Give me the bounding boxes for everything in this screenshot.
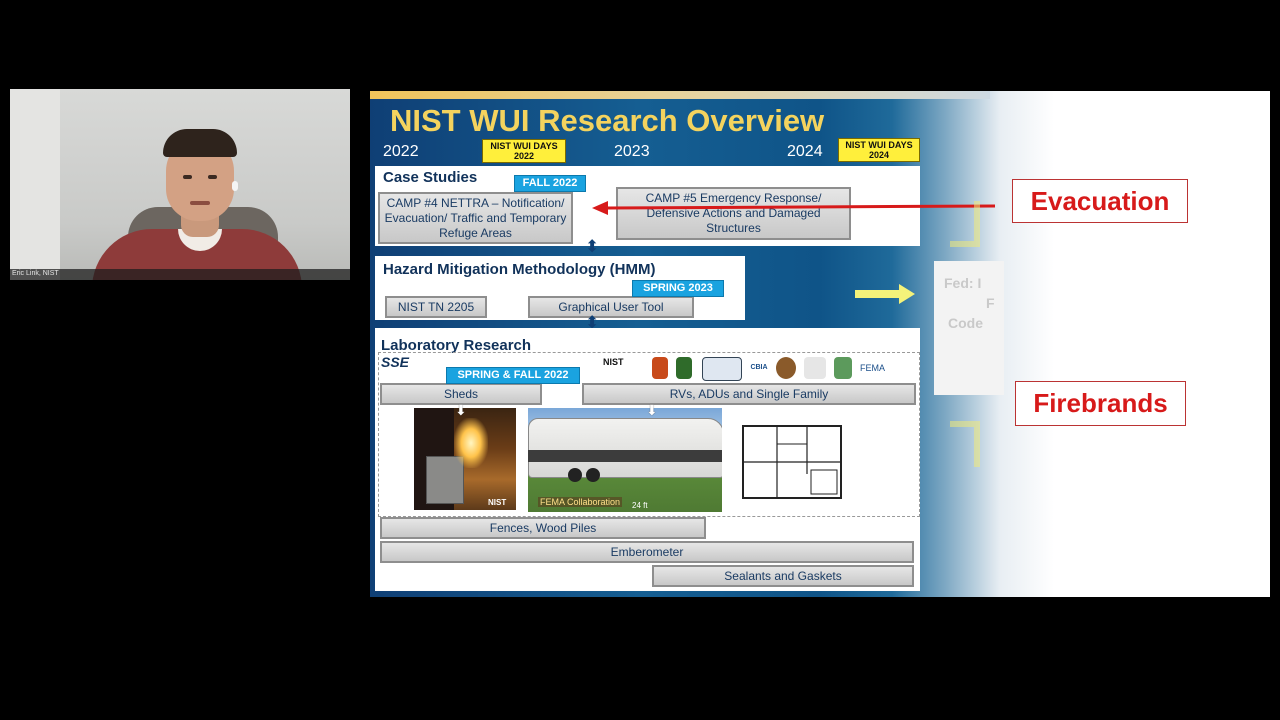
partial-codes-box: Fed: I F Code <box>934 261 1004 395</box>
ibhs-logo-icon <box>702 357 742 381</box>
hmm-heading: Hazard Mitigation Methodology (HMM) <box>383 261 656 278</box>
fire-dept-logo-icon <box>776 357 796 379</box>
rv-trailer-stripe <box>528 450 722 462</box>
wui-days-2024-badge: NIST WUI DAYS 2024 <box>838 138 920 162</box>
flame-icon <box>454 418 488 468</box>
rv-photo: FEMA Collaboration 24 ft <box>528 408 722 512</box>
participant-name-bar: Eric Link, NIST <box>10 269 350 280</box>
rvs-adus-single-family-box: RVs, ADUs and Single Family <box>582 383 916 405</box>
slide-top-highlight <box>370 91 990 99</box>
floor-plan-drawing <box>737 414 847 510</box>
firebrands-callout: Firebrands <box>1015 381 1186 426</box>
yellow-bracket-icon <box>950 421 980 467</box>
participant-name-label: Eric Link, NIST <box>12 270 59 277</box>
fema-logo: FEMA <box>860 363 886 373</box>
webcam-door <box>10 89 60 280</box>
nist-logo: NIST <box>603 357 624 367</box>
year-label-2024: 2024 <box>787 143 823 160</box>
slide-title: NIST WUI Research Overview <box>390 103 825 138</box>
emberometer-box: Emberometer <box>380 541 914 563</box>
sse-label: SSE <box>381 354 410 370</box>
partial-box-line2: F <box>986 295 995 311</box>
fall-2022-badge: FALL 2022 <box>514 175 586 192</box>
webcam-presenter-eye <box>208 175 217 179</box>
fences-wood-piles-box: Fences, Wood Piles <box>380 517 706 539</box>
webcam-presenter-mouth <box>190 201 210 205</box>
cal-fire-logo-icon <box>652 357 668 379</box>
forest-service-logo-icon <box>676 357 692 379</box>
wui-days-2022-badge: NIST WUI DAYS 2022 <box>482 139 566 163</box>
webcam-presenter-hair <box>163 129 237 157</box>
cbia-logo: CBIA <box>750 364 768 371</box>
green-logo-icon <box>834 357 852 379</box>
yellow-bracket-icon <box>950 201 980 247</box>
evacuation-arrow <box>592 201 996 215</box>
evacuation-callout: Evacuation <box>1012 179 1188 223</box>
year-label-2023: 2023 <box>614 143 650 160</box>
spring-fall-2022-badge: SPRING & FALL 2022 <box>446 367 580 384</box>
rv-wheel <box>586 468 600 482</box>
partial-box-line3: Code <box>948 315 983 331</box>
down-arrow-icon: ⬇ <box>455 402 467 418</box>
earbud-icon <box>232 181 238 191</box>
nist-tn-2205-box: NIST TN 2205 <box>385 296 487 318</box>
sealants-gaskets-box: Sealants and Gaskets <box>652 565 914 587</box>
down-arrow-icon: ⬇ <box>646 402 658 418</box>
rv-wheel <box>568 468 582 482</box>
graphical-user-tool-box: Graphical User Tool <box>528 296 694 318</box>
connector-arrow-icon: ⬍ <box>585 237 600 256</box>
partial-box-line1: Fed: I <box>944 275 982 291</box>
webcam-video-tile[interactable]: Eric Link, NIST <box>10 89 350 280</box>
fema-collaboration-caption: FEMA Collaboration <box>538 497 623 507</box>
eagle-logo-icon <box>804 357 826 379</box>
nist-watermark: NIST <box>488 498 507 507</box>
camp4-box: CAMP #4 NETTRA – Notification/ Evacuatio… <box>378 192 573 244</box>
case-studies-heading: Case Studies <box>383 169 478 186</box>
year-label-2022: 2022 <box>383 143 419 160</box>
yellow-right-arrow <box>855 284 915 304</box>
rv-length-label: 24 ft <box>632 501 648 510</box>
webcam-presenter-eye <box>183 175 192 179</box>
floor-plan-svg <box>742 425 842 499</box>
spring-2023-badge: SPRING 2023 <box>632 280 724 297</box>
rv-trailer-body <box>528 418 722 478</box>
shed-burn-photo: NIST <box>414 408 516 510</box>
shared-presentation-slide: NIST WUI Research Overview 2022 NIST WUI… <box>370 91 1270 597</box>
